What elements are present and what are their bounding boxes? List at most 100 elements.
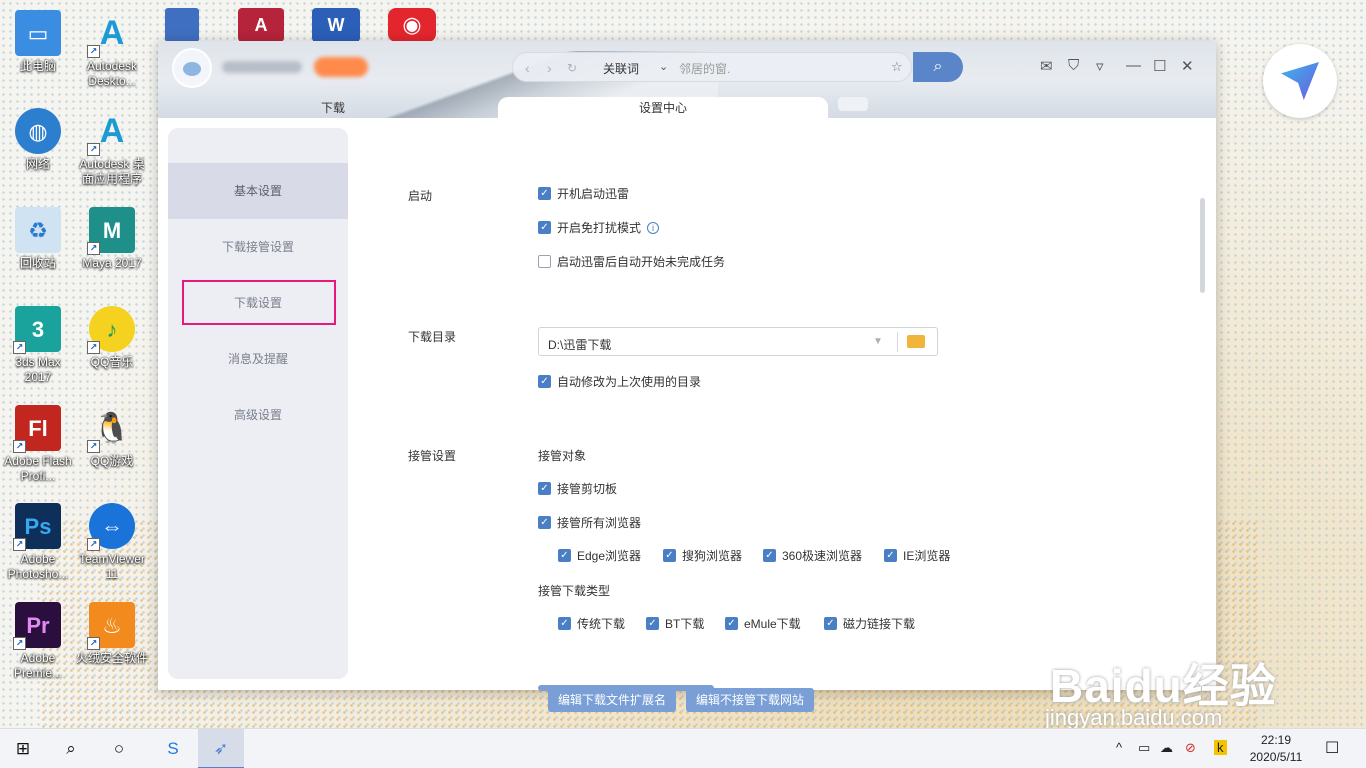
checkbox-checked[interactable]: ✓ [824, 617, 837, 630]
security-icon[interactable]: ⊘ [1185, 740, 1196, 756]
desktop-icon-this-pc[interactable]: ▭ 此电脑 [2, 10, 74, 74]
checkbox-checked[interactable]: ✓ [646, 617, 659, 630]
type-emule[interactable]: ✓ eMule下载 [725, 615, 801, 632]
edit-sites-button[interactable]: 编辑不接管下载网站 [686, 688, 815, 712]
checkbox-checked[interactable]: ✓ [538, 516, 551, 529]
auto-dir-option[interactable]: ✓ 自动修改为上次使用的目录 [538, 373, 701, 390]
desktop-icon-flash[interactable]: Fl ↗ Adobe Flash Profi... [2, 405, 74, 484]
notification-icon[interactable]: ☐ [1325, 738, 1339, 758]
browser-ie[interactable]: ✓ IE浏览器 [884, 547, 950, 564]
thunder-float-logo[interactable] [1263, 44, 1337, 118]
desktop-icon-autodesk-app[interactable]: A ↗ Autodesk 桌面应用程序 [76, 108, 148, 187]
tab-settings[interactable]: 设置中心 [498, 97, 828, 118]
new-tab-button[interactable] [838, 97, 868, 111]
checkbox-checked[interactable]: ✓ [558, 549, 571, 562]
avatar[interactable] [172, 48, 212, 88]
network-app-icon[interactable] [165, 8, 199, 42]
desktop-icon-network[interactable]: ◍ 网络 [2, 108, 74, 172]
edit-extensions-button[interactable]: 编辑下载文件扩展名 [548, 688, 677, 712]
desktop-icon-huorong[interactable]: ♨ ↗ 火绒安全软件 [76, 602, 148, 666]
battery-icon[interactable]: ▭ [1138, 740, 1150, 756]
folder-icon[interactable] [907, 335, 925, 348]
checkbox-unchecked[interactable] [538, 255, 551, 268]
mail-icon[interactable]: ✉ [1040, 57, 1053, 75]
browser-edge[interactable]: ✓ Edge浏览器 [558, 547, 641, 564]
desktop-icon-3ds-max[interactable]: 3 ↗ 3ds Max 2017 [2, 306, 74, 385]
checkbox-checked[interactable]: ✓ [884, 549, 897, 562]
desktop-icon-premiere[interactable]: Pr ↗ Adobe Premie... [2, 602, 74, 681]
desktop-icon-autodesk-desktop[interactable]: A ↗ Autodesk Deskto... [76, 10, 148, 89]
access-icon[interactable]: A [238, 8, 284, 42]
startup-option-autostart[interactable]: ✓ 开机启动迅雷 [538, 185, 629, 202]
thunder-bird-icon [1281, 62, 1319, 100]
forward-icon[interactable]: › [547, 60, 552, 76]
desktop-icon-photoshop[interactable]: Ps ↗ Adobe Photosho... [2, 503, 74, 582]
photoshop-icon: Ps ↗ [13, 503, 61, 551]
type-traditional[interactable]: ✓ 传统下载 [558, 615, 625, 632]
type-magnet[interactable]: ✓ 磁力链接下载 [824, 615, 915, 632]
checkbox-checked[interactable]: ✓ [538, 482, 551, 495]
autodesk-icon: A ↗ [87, 108, 135, 156]
netease-music-icon[interactable]: ◉ [388, 8, 436, 42]
checkbox-checked[interactable]: ✓ [763, 549, 776, 562]
download-dir-value: D:\迅雷下载 [548, 338, 612, 352]
desktop-icon-teamviewer[interactable]: ⇔ ↗ TeamViewer 11 [76, 503, 148, 582]
sogou-browser-icon[interactable]: S [150, 729, 196, 768]
search-icon[interactable]: ⌕ [48, 729, 94, 768]
sidebar-item-advanced[interactable]: 高级设置 [168, 387, 348, 443]
skin-icon[interactable]: ⛉ [1068, 57, 1079, 74]
title-bar: ‹ › ↻ 关联词 ⌄ 邻居的窗. ☆ ⌕ ✉ ⛉ ▿ — ☐ ✕ 下载 设置中… [158, 41, 1216, 118]
minimize-icon[interactable]: — [1126, 57, 1141, 74]
checkbox-checked[interactable]: ✓ [558, 617, 571, 630]
maximize-icon[interactable]: ☐ [1153, 57, 1166, 75]
checkbox-checked[interactable]: ✓ [538, 187, 551, 200]
tray-chevron-up-icon[interactable]: ^ [1116, 740, 1122, 755]
sidebar-item-messages[interactable]: 消息及提醒 [168, 331, 348, 387]
sidebar-item-takeover[interactable]: 下载接管设置 [168, 219, 348, 275]
menu-icon[interactable]: ▿ [1096, 57, 1104, 75]
desktop-icon-maya[interactable]: M ↗ Maya 2017 [76, 207, 148, 271]
dropdown-arrow-icon[interactable]: ▼ [873, 336, 883, 347]
search-input[interactable]: 邻居的窗. [679, 60, 730, 77]
thunder-taskbar-icon[interactable]: ➶ [198, 729, 244, 768]
bookmark-icon[interactable]: ☆ [891, 59, 903, 75]
3ds-max-icon: 3 ↗ [13, 306, 61, 354]
browser-360[interactable]: ✓ 360极速浏览器 [763, 547, 862, 564]
flash-icon: Fl ↗ [13, 405, 61, 453]
system-clock[interactable]: 22:19 2020/5/11 [1248, 732, 1304, 766]
close-icon[interactable]: ✕ [1181, 57, 1194, 75]
start-windows-icon[interactable]: ⊞ [0, 729, 46, 768]
next-button-partial[interactable] [538, 685, 714, 691]
startup-label: 启动 [408, 189, 433, 203]
kingsoft-icon[interactable]: k [1214, 740, 1227, 755]
takeover-all-browsers[interactable]: ✓ 接管所有浏览器 [538, 514, 641, 531]
browser-sogou[interactable]: ✓ 搜狗浏览器 [663, 547, 742, 564]
settings-sidebar: 基本设置 下载接管设置 下载设置 消息及提醒 高级设置 [168, 128, 348, 679]
search-button[interactable]: ⌕ [913, 52, 963, 82]
chevron-down-icon[interactable]: ⌄ [659, 60, 668, 73]
cortana-icon[interactable]: ○ [96, 729, 142, 768]
download-dir-select[interactable]: D:\迅雷下载 ▼ [538, 327, 938, 356]
startup-option-resume[interactable]: 启动迅雷后自动开始未完成任务 [538, 253, 725, 270]
desktop-icon-qq-music[interactable]: ♪ ↗ QQ音乐 [76, 306, 148, 370]
keyword-selector[interactable]: 关联词 [603, 60, 639, 77]
takeover-type-label: 接管下载类型 [538, 584, 611, 598]
desktop-icon-recycle-bin[interactable]: ♻ 回收站 [2, 207, 74, 271]
checkbox-checked[interactable]: ✓ [538, 375, 551, 388]
scrollbar[interactable] [1200, 198, 1205, 293]
checkbox-checked[interactable]: ✓ [663, 549, 676, 562]
sidebar-item-basic[interactable]: 基本设置 [168, 163, 348, 219]
checkbox-checked[interactable]: ✓ [538, 221, 551, 234]
cloud-icon[interactable]: ☁ [1160, 740, 1173, 756]
info-icon[interactable]: i [647, 221, 660, 234]
type-bt[interactable]: ✓ BT下载 [646, 615, 704, 632]
tab-download[interactable]: 下载 [278, 97, 388, 118]
autodesk-icon: A ↗ [87, 10, 135, 58]
back-icon[interactable]: ‹ [525, 60, 530, 76]
refresh-icon[interactable]: ↻ [567, 61, 577, 75]
word-icon[interactable]: W [312, 8, 360, 42]
takeover-clipboard[interactable]: ✓ 接管剪切板 [538, 480, 617, 497]
startup-option-dnd[interactable]: ✓ 开启免打扰模式 i [538, 219, 660, 236]
desktop-icon-qq-game[interactable]: 🐧 ↗ QQ游戏 [76, 405, 148, 469]
checkbox-checked[interactable]: ✓ [725, 617, 738, 630]
